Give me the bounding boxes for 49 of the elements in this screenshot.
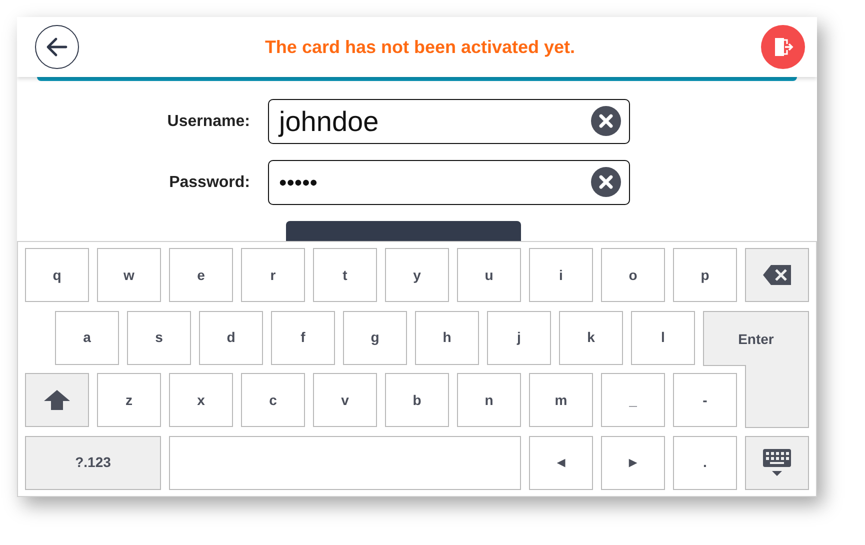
username-field[interactable]: johndoe — [268, 99, 630, 144]
status-message: The card has not been activated yet. — [264, 36, 576, 59]
password-field[interactable]: ••••• — [268, 160, 630, 205]
keyboard-key[interactable]: m — [529, 373, 593, 427]
keyboard-key[interactable]: t — [313, 248, 377, 302]
backspace-key[interactable] — [745, 248, 809, 302]
keyboard-key[interactable]: ◄ — [529, 436, 593, 490]
field-label: Password: — [168, 172, 251, 192]
keyboard-key[interactable]: i — [529, 248, 593, 302]
clear-icon[interactable] — [591, 106, 621, 136]
keyboard-key[interactable]: o — [601, 248, 665, 302]
keyboard-key[interactable]: p — [673, 248, 737, 302]
keyboard-key[interactable]: w — [97, 248, 161, 302]
keyboard-key[interactable]: c — [241, 373, 305, 427]
keyboard-key[interactable]: u — [457, 248, 521, 302]
field-label: Username: — [166, 112, 251, 132]
keyboard-key[interactable]: q — [25, 248, 89, 302]
keyboard-key[interactable]: b — [385, 373, 449, 427]
keyboard-key[interactable]: - — [673, 373, 737, 427]
clear-icon[interactable] — [591, 167, 621, 197]
symbols-key[interactable]: ?.123 — [25, 436, 161, 490]
shift-key[interactable] — [25, 373, 89, 427]
keyboard-key[interactable]: n — [457, 373, 521, 427]
keyboard-key[interactable]: f — [271, 310, 335, 364]
keyboard-key[interactable]: z — [97, 373, 161, 427]
hide-keyboard-key[interactable] — [745, 436, 809, 490]
keyboard-key[interactable]: h — [415, 310, 479, 364]
exit-door-icon — [772, 36, 794, 58]
shift-arrow-icon — [44, 390, 70, 410]
exit-button[interactable] — [761, 25, 805, 69]
keyboard-key[interactable]: r — [241, 248, 305, 302]
keyboard-key[interactable]: x — [169, 373, 233, 427]
keyboard-key[interactable]: . — [673, 436, 737, 490]
keyboard-key[interactable]: s — [127, 310, 191, 364]
keyboard-key[interactable]: y — [385, 248, 449, 302]
backspace-icon — [763, 265, 791, 285]
keyboard-key[interactable]: l — [631, 310, 695, 364]
keyboard-key[interactable]: j — [487, 310, 551, 364]
keyboard-key[interactable]: d — [199, 310, 263, 364]
keyboard-key[interactable]: _ — [601, 373, 665, 427]
keyboard-icon — [763, 448, 791, 476]
keyboard-key[interactable]: e — [169, 248, 233, 302]
keyboard-key[interactable]: g — [343, 310, 407, 364]
keyboard-key[interactable]: ► — [601, 436, 665, 490]
back-arrow-icon — [46, 37, 68, 57]
back-button[interactable] — [35, 25, 79, 69]
keyboard-key[interactable]: v — [313, 373, 377, 427]
keyboard-key[interactable]: k — [559, 310, 623, 364]
keyboard-key[interactable]: a — [55, 310, 119, 364]
